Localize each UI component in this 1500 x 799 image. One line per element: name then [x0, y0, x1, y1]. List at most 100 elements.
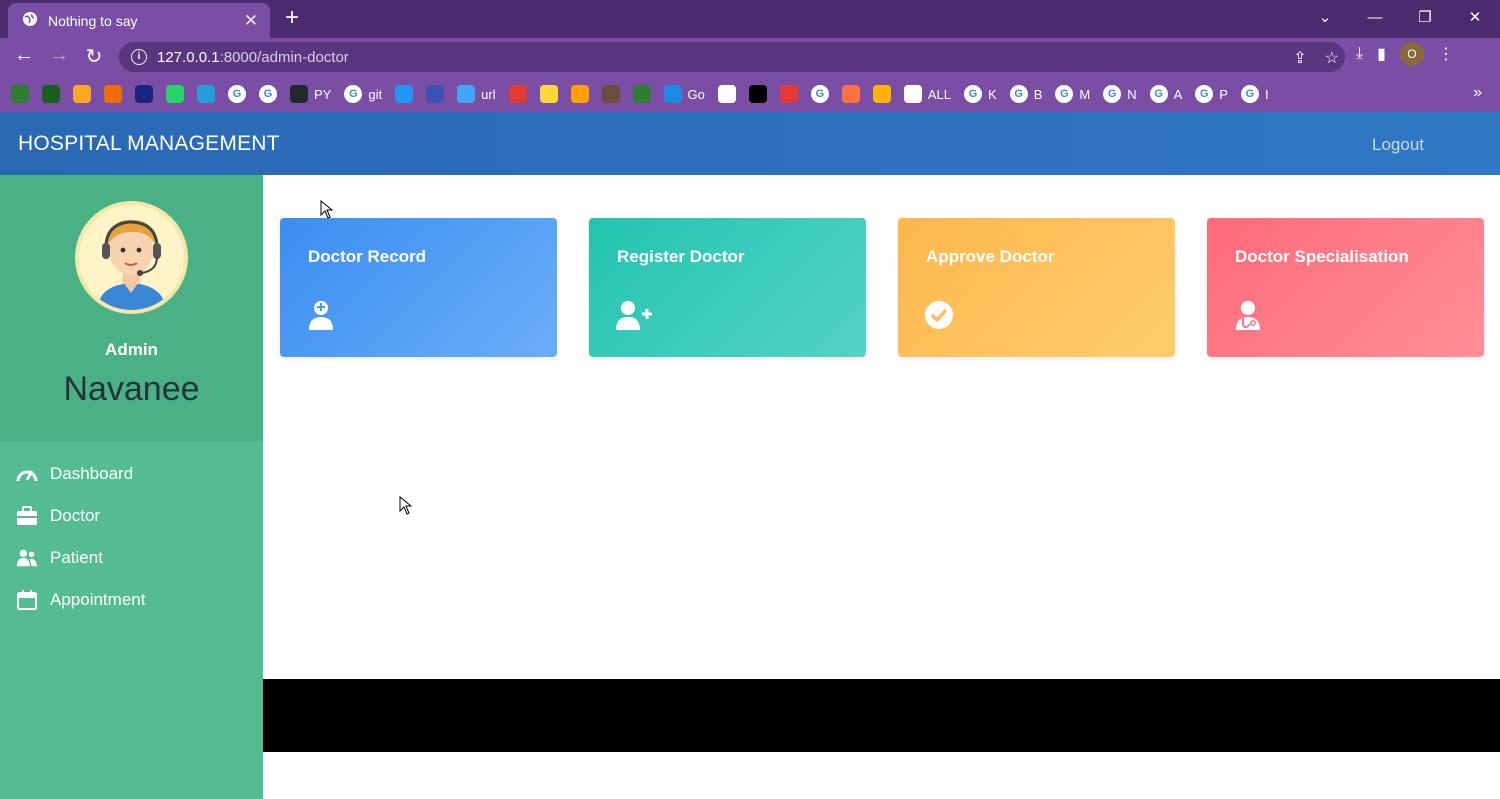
bookmark-item[interactable]: G: [810, 85, 829, 103]
close-window-icon[interactable]: ✕: [1450, 8, 1500, 26]
share-icon[interactable]: ⇪: [1293, 48, 1306, 68]
bookmark-label: B: [1033, 86, 1043, 102]
bookmark-item[interactable]: G: [259, 85, 277, 103]
bookmark-item[interactable]: [717, 85, 736, 103]
bookmark-item[interactable]: [166, 85, 184, 103]
bookmark-item[interactable]: url: [457, 85, 496, 103]
bookmark-label: A: [1173, 86, 1183, 102]
app-header: HOSPITAL MANAGEMENT Logout: [0, 112, 1500, 175]
briefcase-icon: [16, 505, 38, 527]
bookmark-item[interactable]: [872, 85, 891, 103]
sidebar-item-dashboard[interactable]: Dashboard: [0, 453, 263, 495]
tab-search-icon[interactable]: ⌄: [1300, 8, 1350, 26]
sidebar-item-label: Appointment: [50, 590, 146, 609]
bookmark-item[interactable]: GB: [1009, 85, 1043, 103]
url-host: 127.0.0.1: [157, 48, 220, 66]
card-title: Doctor Record: [308, 247, 427, 266]
stethoscope-user-icon: [1234, 300, 1262, 330]
bookmark-item[interactable]: [395, 85, 414, 103]
profile-avatar[interactable]: O: [1399, 42, 1424, 66]
bookmark-item[interactable]: Go: [663, 85, 705, 103]
bookmark-item[interactable]: [135, 85, 153, 103]
bookmark-item[interactable]: [11, 85, 29, 103]
check-circle-icon: [925, 300, 953, 330]
card-register-doctor[interactable]: Register Doctor: [589, 218, 866, 357]
speedometer-icon: [16, 463, 38, 485]
bookmark-item[interactable]: [748, 85, 767, 103]
google-icon: G: [259, 85, 277, 103]
sidebar-item-patient[interactable]: Patient: [0, 537, 263, 579]
card-approve-doctor[interactable]: Approve Doctor: [898, 218, 1175, 357]
sidebar-item-label: Doctor: [50, 506, 101, 525]
whatsapp-icon: [166, 85, 184, 103]
address-bar[interactable]: i 127.0.0.1:8000/admin-doctor ⇪ ☆: [119, 42, 1345, 72]
forward-icon[interactable]: →: [46, 44, 72, 67]
window-controls: ⌄ — ❐ ✕: [1300, 0, 1500, 34]
avatar: [75, 201, 188, 314]
bookmark-item[interactable]: [104, 85, 122, 103]
wifi-icon: [457, 85, 476, 103]
card-title: Doctor Specialisation: [1235, 247, 1409, 266]
bookmark-item[interactable]: [73, 85, 91, 103]
bookmark-item[interactable]: [632, 85, 651, 103]
bookmark-star-icon[interactable]: ☆: [1325, 48, 1339, 68]
circle-icon: [632, 85, 651, 103]
back-icon[interactable]: ←: [11, 44, 37, 67]
bookmark-item[interactable]: [570, 85, 589, 103]
bookmark-item[interactable]: GM: [1055, 85, 1090, 103]
video-icon: [570, 85, 589, 103]
bookmark-item[interactable]: [426, 85, 445, 103]
card-title: Register Doctor: [617, 247, 745, 266]
minimize-icon[interactable]: —: [1350, 9, 1400, 26]
sidebar-item-doctor[interactable]: Doctor: [0, 495, 263, 537]
p-icon: [539, 85, 558, 103]
close-tab-icon[interactable]: ✕: [242, 11, 260, 31]
more-bookmarks-icon[interactable]: »: [1473, 84, 1482, 102]
card-doctor-record[interactable]: Doctor Record: [280, 218, 557, 357]
info-icon[interactable]: i: [131, 49, 147, 65]
new-tab-icon[interactable]: +: [285, 5, 299, 31]
card-doctor-specialisation[interactable]: Doctor Specialisation: [1207, 218, 1484, 357]
bookmark-label: git: [368, 86, 383, 102]
google-icon: G: [344, 85, 363, 103]
sidebar-item-label: Patient: [50, 548, 103, 567]
page-bottom: [263, 752, 1500, 799]
bookmark-item[interactable]: [601, 85, 620, 103]
restore-icon[interactable]: ❐: [1400, 8, 1450, 26]
bookmark-label: PY: [314, 86, 332, 102]
bookmark-item[interactable]: PY: [290, 85, 331, 103]
bookmark-item[interactable]: GP: [1195, 85, 1228, 103]
globe-icon: [903, 85, 922, 103]
brand-title[interactable]: HOSPITAL MANAGEMENT: [18, 132, 280, 156]
logout-link[interactable]: Logout: [1372, 135, 1424, 155]
eye-icon: [872, 85, 891, 103]
menu-dots-icon[interactable]: ⋮: [1438, 44, 1454, 64]
bookmark-item[interactable]: [539, 85, 558, 103]
bookmark-item[interactable]: [779, 85, 798, 103]
bookmark-item[interactable]: GI: [1240, 85, 1269, 103]
bookmark-label: P: [1219, 86, 1228, 102]
sidebar-item-appointment[interactable]: Appointment: [0, 579, 263, 621]
bookmark-item[interactable]: Ggit: [344, 85, 382, 103]
browser-tab[interactable]: Nothing to say ✕: [8, 3, 270, 38]
google-icon: G: [228, 85, 246, 103]
bookmark-item[interactable]: G: [228, 85, 246, 103]
bookmark-item[interactable]: [197, 85, 215, 103]
bookmark-label: I: [1264, 86, 1269, 102]
bookmark-label: K: [988, 86, 997, 102]
bookmark-item[interactable]: GK: [964, 85, 997, 103]
bookmark-icon-orange: [73, 85, 91, 103]
bookmark-label: M: [1079, 86, 1091, 102]
bookmark-item[interactable]: GN: [1103, 85, 1137, 103]
download-icon[interactable]: ⤓: [1356, 45, 1363, 63]
bookmark-item[interactable]: ALL: [903, 85, 951, 103]
side-panel-icon[interactable]: ▮: [1377, 44, 1386, 64]
bookmark-item[interactable]: [841, 85, 860, 103]
bookmark-item[interactable]: [508, 85, 527, 103]
reload-icon[interactable]: ↻: [81, 44, 107, 69]
cl-icon: [748, 85, 767, 103]
bookmark-item[interactable]: [42, 85, 60, 103]
profile-block: Admin Navanee: [0, 175, 263, 441]
bookmark-item[interactable]: GA: [1149, 85, 1183, 103]
google-icon: G: [1195, 85, 1214, 103]
